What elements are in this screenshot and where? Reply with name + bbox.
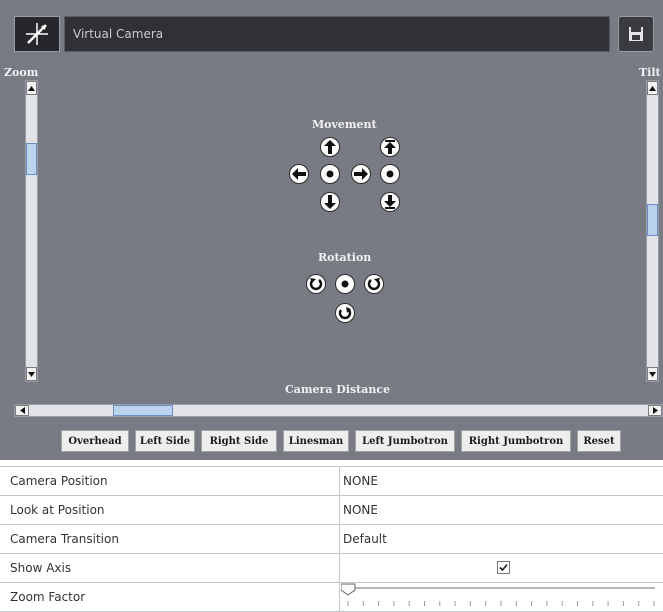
camera-control-panel: Virtual Camera Zoom Tilt Movement Rotati…: [0, 0, 663, 460]
table-row: Zoom Factor: [0, 583, 663, 612]
zoom-scroll-thumb[interactable]: [26, 143, 37, 176]
zoom-factor-slider[interactable]: [341, 583, 659, 610]
table-row: Look at Position NONE: [0, 496, 663, 525]
arrow-down-bar-icon: [384, 195, 396, 209]
look-at-position-value[interactable]: NONE: [341, 496, 663, 524]
move-center-button[interactable]: [320, 164, 340, 184]
preset-reset-button[interactable]: Reset: [577, 430, 621, 452]
rotate-ccw-icon: [309, 278, 323, 291]
move-up-button[interactable]: [320, 137, 340, 157]
tilt-scroll-down-button[interactable]: [647, 367, 658, 381]
rotate-right-button[interactable]: [364, 274, 384, 294]
arrow-right-icon: [354, 168, 368, 180]
tilt-scrollbar[interactable]: [646, 80, 659, 382]
tilt-scroll-thumb[interactable]: [647, 203, 658, 236]
table-row: Show Axis: [0, 554, 663, 583]
arrow-right-icon: [652, 407, 658, 414]
rotation-center-button[interactable]: [335, 274, 355, 294]
save-button[interactable]: [618, 16, 654, 52]
title-bar: Virtual Camera: [64, 16, 610, 52]
dot-icon: [341, 280, 349, 288]
property-name: Show Axis: [0, 554, 340, 582]
camera-position-value[interactable]: NONE: [341, 467, 663, 495]
camera-properties-table: Camera Position NONE Look at Position NO…: [0, 466, 663, 612]
property-name: Camera Transition: [0, 525, 340, 553]
arrow-left-icon: [292, 168, 306, 180]
distance-scroll-left-button[interactable]: [15, 405, 29, 416]
move-left-button[interactable]: [289, 164, 309, 184]
camera-transition-value[interactable]: Default: [341, 525, 663, 553]
zoom-scroll-down-button[interactable]: [26, 367, 37, 381]
preset-left-jumbotron-button[interactable]: Left Jumbotron: [355, 430, 455, 452]
arrow-up-icon: [649, 85, 656, 91]
rotate-left-button[interactable]: [306, 274, 326, 294]
zoom-label: Zoom: [4, 66, 39, 79]
arrow-down-icon: [649, 371, 656, 377]
dot-icon: [326, 170, 334, 178]
property-name: Look at Position: [0, 496, 340, 524]
window-title: Virtual Camera: [73, 27, 164, 41]
table-row: Camera Transition Default: [0, 525, 663, 554]
distance-scroll-right-button[interactable]: [648, 405, 662, 416]
zoom-scroll-up-button[interactable]: [26, 81, 37, 95]
preset-left-side-button[interactable]: Left Side: [135, 430, 195, 452]
camera-distance-scrollbar[interactable]: [14, 404, 663, 417]
camera-preset-bar: Overhead Left Side Right Side Linesman L…: [0, 430, 663, 454]
move-down-button[interactable]: [320, 192, 340, 212]
lower-button[interactable]: [380, 192, 400, 212]
checkmark-icon: [499, 563, 508, 572]
preset-linesman-button[interactable]: Linesman: [283, 430, 349, 452]
zoom-factor-cell: [341, 583, 663, 611]
arrow-down-icon: [28, 371, 35, 377]
arrow-up-bar-icon: [384, 140, 396, 154]
preset-overhead-button[interactable]: Overhead: [61, 430, 129, 452]
arrow-left-icon: [19, 407, 25, 414]
move-right-button[interactable]: [351, 164, 371, 184]
property-name: Zoom Factor: [0, 583, 340, 611]
preset-right-side-button[interactable]: Right Side: [201, 430, 277, 452]
show-axis-cell: [341, 554, 663, 582]
preset-right-jumbotron-button[interactable]: Right Jumbotron: [461, 430, 571, 452]
slider-knob[interactable]: [341, 583, 356, 596]
show-axis-checkbox[interactable]: [497, 561, 510, 574]
rotation-label: Rotation: [318, 251, 372, 264]
rotate-flip-icon: [338, 307, 352, 320]
arrow-up-icon: [28, 85, 35, 91]
table-row: Camera Position NONE: [0, 467, 663, 496]
floppy-disk-icon: [629, 27, 643, 41]
tilt-scroll-up-button[interactable]: [647, 81, 658, 95]
arrow-up-icon: [324, 140, 336, 154]
rotate-cw-icon: [367, 278, 381, 291]
property-name: Camera Position: [0, 467, 340, 495]
height-center-button[interactable]: [380, 164, 400, 184]
axis-logo-icon: [14, 16, 60, 52]
movement-label: Movement: [312, 118, 377, 131]
raise-button[interactable]: [380, 137, 400, 157]
camera-distance-label: Camera Distance: [285, 383, 391, 396]
dot-icon: [386, 170, 394, 178]
distance-scroll-thumb[interactable]: [112, 405, 173, 416]
zoom-scrollbar[interactable]: [25, 80, 38, 382]
arrow-down-icon: [324, 195, 336, 209]
rotate-flip-button[interactable]: [335, 303, 355, 323]
tilt-label: Tilt: [639, 66, 661, 79]
